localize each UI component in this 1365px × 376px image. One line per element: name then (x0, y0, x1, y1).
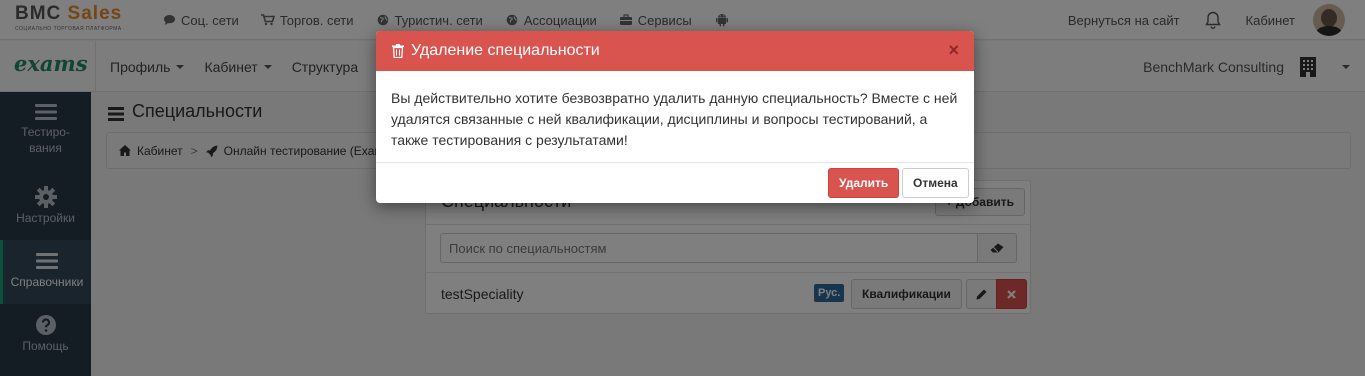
confirm-delete-button[interactable]: Удалить (828, 168, 900, 198)
modal-title: Удаление специальности (411, 42, 600, 59)
modal-header: Удаление специальности × (376, 31, 974, 71)
modal-close-button[interactable]: × (948, 41, 959, 59)
modal-message: Вы действительно хотите безвозвратно уда… (391, 90, 958, 148)
delete-speciality-modal: Удаление специальности × Вы действительн… (376, 31, 974, 203)
trash-icon (392, 44, 404, 58)
cancel-button[interactable]: Отмена (902, 168, 969, 198)
modal-footer-divider (376, 162, 974, 163)
